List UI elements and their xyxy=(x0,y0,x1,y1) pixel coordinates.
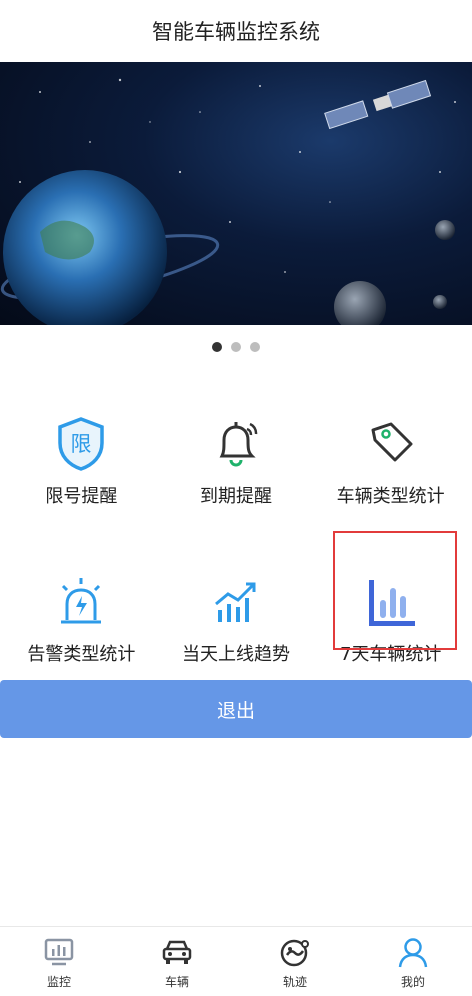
tab-label: 监控 xyxy=(46,975,71,989)
track-icon xyxy=(278,935,312,969)
tab-vehicle[interactable]: 车辆 xyxy=(118,927,236,996)
bell-icon xyxy=(208,416,264,472)
car-icon xyxy=(160,935,194,969)
logout-button[interactable]: 退出 xyxy=(0,680,472,738)
menu-item-online-trend[interactable]: 当天上线趋势 xyxy=(159,526,314,684)
menu-item-plate-limit[interactable]: 限 限号提醒 xyxy=(4,368,159,526)
tab-label: 我的 xyxy=(400,975,425,989)
feature-grid: 限 限号提醒 到期提醒 车辆类型统计 告警类型统计 当天上线趋势 7天车辆统计 xyxy=(0,368,472,684)
tab-track[interactable]: 轨迹 xyxy=(236,927,354,996)
menu-item-7day-vehicle-stats[interactable]: 7天车辆统计 xyxy=(313,526,468,684)
menu-item-alarm-type-stats[interactable]: 告警类型统计 xyxy=(4,526,159,684)
monitor-icon xyxy=(42,935,76,969)
carousel-indicator xyxy=(0,325,472,368)
tab-label: 轨迹 xyxy=(282,975,307,989)
menu-item-label: 告警类型统计 xyxy=(27,644,136,665)
tab-monitor[interactable]: 监控 xyxy=(0,927,118,996)
app-header: 智能车辆监控系统 xyxy=(0,0,472,62)
tab-mine[interactable]: 我的 xyxy=(354,927,472,996)
menu-item-vehicle-type-stats[interactable]: 车辆类型统计 xyxy=(313,368,468,526)
page-title: 智能车辆监控系统 xyxy=(152,20,320,44)
menu-item-label: 到期提醒 xyxy=(199,486,272,507)
menu-item-expiry-reminder[interactable]: 到期提醒 xyxy=(159,368,314,526)
tag-icon xyxy=(363,416,419,472)
banner-carousel[interactable] xyxy=(0,62,472,325)
bottom-tab-bar: 监控 车辆 轨迹 我的 xyxy=(0,926,472,996)
bar-chart-icon xyxy=(363,574,419,630)
tab-label: 车辆 xyxy=(164,975,189,989)
user-icon xyxy=(396,935,430,969)
alarm-light-icon xyxy=(53,574,109,630)
menu-item-label: 7天车辆统计 xyxy=(339,644,442,665)
menu-item-label: 车辆类型统计 xyxy=(336,486,445,507)
space-banner-image xyxy=(0,78,456,325)
shield-limit-icon: 限 xyxy=(53,416,109,472)
trend-chart-icon xyxy=(208,574,264,630)
menu-item-label: 当天上线趋势 xyxy=(181,644,290,665)
menu-item-label: 限号提醒 xyxy=(45,486,118,507)
carousel-dot-3[interactable] xyxy=(250,341,260,352)
svg-text:限: 限 xyxy=(71,432,92,456)
carousel-dot-2[interactable] xyxy=(231,341,241,352)
carousel-dot-1[interactable] xyxy=(212,341,222,352)
